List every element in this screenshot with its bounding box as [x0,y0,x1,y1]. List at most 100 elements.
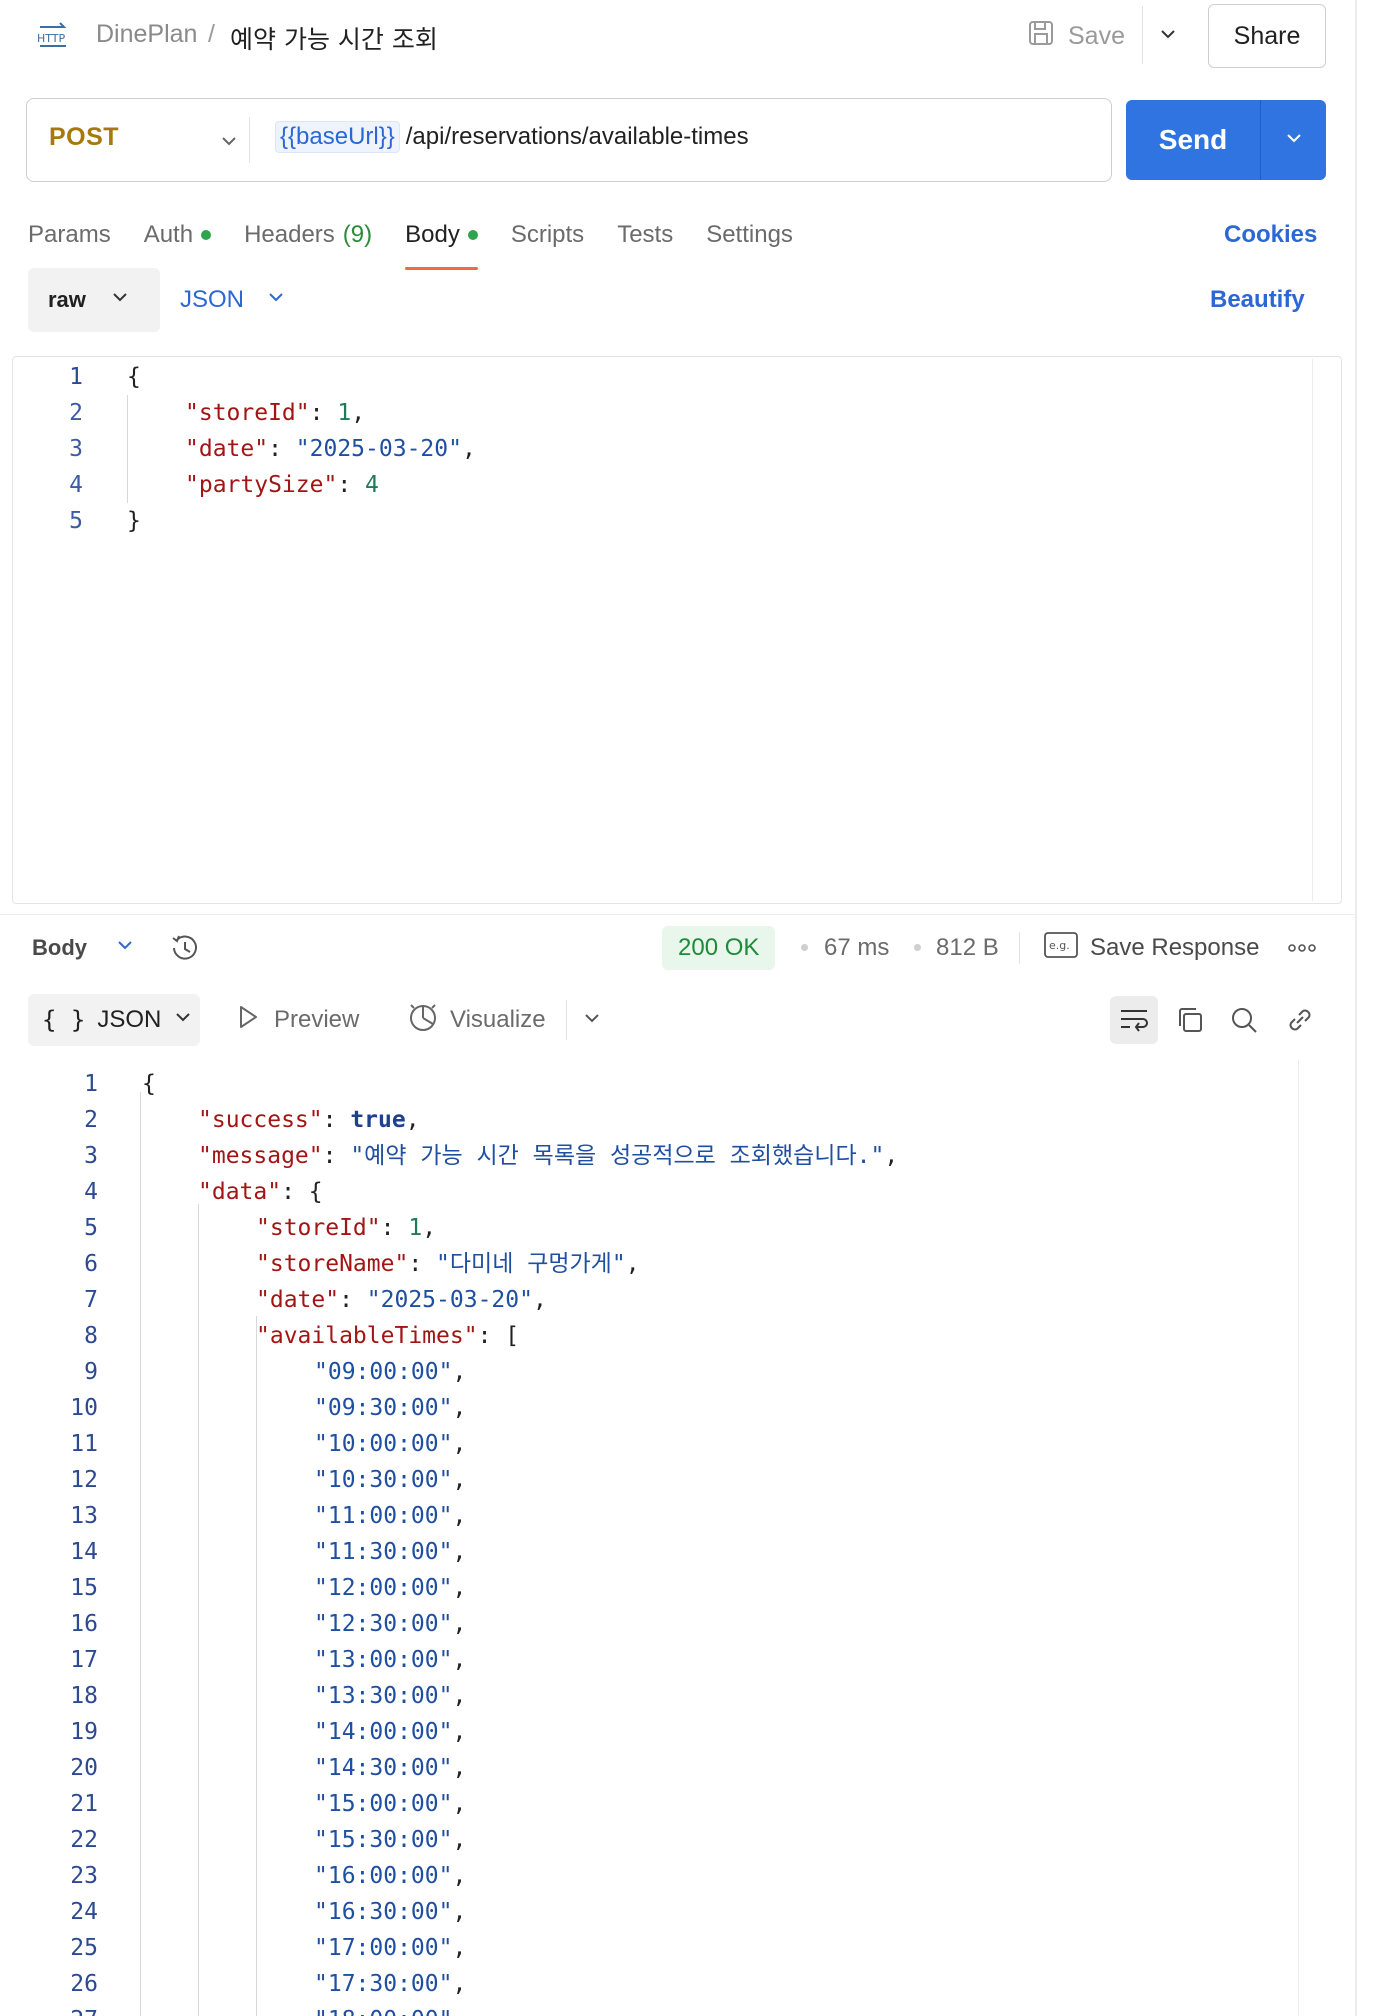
copy-icon[interactable] [1166,996,1214,1044]
code-line: "16:00:00", [314,1863,467,1889]
code-line: "storeName": "다미네 구멍가게", [256,1251,640,1277]
code-line: "12:00:00", [314,1575,467,1601]
json-key: "partySize" [185,472,338,498]
chevron-down-icon [582,1008,602,1033]
response-size[interactable]: 812 B [936,926,999,970]
json-key: "availableTimes" [256,1323,478,1349]
visualize-button[interactable]: Visualize [406,994,546,1046]
json-string: "15:00:00" [314,1791,453,1817]
response-divider[interactable] [0,914,1355,915]
visualize-label: Visualize [450,1006,546,1033]
line-number: 3 [69,436,83,462]
code-line: "date": "2025-03-20", [256,1287,547,1313]
code-line: "16:30:00", [314,1899,467,1925]
json-number: 1 [408,1215,423,1241]
body-mode-select[interactable]: raw [28,268,160,332]
save-button[interactable]: Save [1026,14,1125,58]
cookies-link[interactable]: Cookies [1224,210,1317,260]
request-title[interactable]: 예약 가능 시간 조회 [230,20,438,56]
tab-tests[interactable]: Tests [617,210,673,260]
json-key: "success" [198,1107,323,1133]
json-string: "11:30:00" [314,1539,453,1565]
indent-guide [256,1316,257,2016]
line-number: 26 [70,1971,98,1997]
url-input[interactable]: {{baseUrl}} /api/reservations/available-… [275,121,749,153]
more-icon[interactable] [1284,930,1320,966]
code-line: "availableTimes": [ [256,1323,520,1349]
json-key: "message" [198,1143,323,1169]
tab-label: Settings [706,221,793,248]
history-icon[interactable] [166,930,202,966]
method-select[interactable]: POST [49,123,119,152]
send-button-group: Send [1126,100,1326,180]
code-line: "11:00:00", [314,1503,467,1529]
code-line: "14:30:00", [314,1755,467,1781]
tab-label: Scripts [510,221,585,248]
save-response-button[interactable]: e.g. Save Response [1044,926,1259,970]
json-string: "2025-03-20" [295,436,462,462]
line-number: 27 [58,2002,98,2016]
response-format-label: JSON [97,1006,162,1033]
response-body-viewer[interactable]: { "success": true, "message": "예약 가능 시간 … [0,1056,1330,2016]
json-key: "date" [256,1287,340,1313]
send-options-button[interactable] [1261,100,1326,180]
meta-divider [1019,932,1020,964]
line-number: 4 [84,1179,98,1205]
code-line: "15:00:00", [314,1791,467,1817]
body-language-select[interactable]: JSON [180,268,286,332]
tab-params[interactable]: Params [28,210,111,260]
line-number: 23 [70,1863,98,1889]
line-number: 18 [70,1683,98,1709]
wrap-icon[interactable] [1110,996,1158,1044]
line-number: 21 [70,1791,98,1817]
link-icon[interactable] [1276,996,1324,1044]
status-dot [467,230,478,240]
preview-button[interactable]: Preview [236,994,359,1046]
status-badge[interactable]: 200 OK [662,926,776,970]
tab-settings[interactable]: Settings [706,210,793,260]
save-options-button[interactable] [1148,14,1188,58]
headers-count: (9) [342,221,373,248]
visualize-options-button[interactable] [574,1002,610,1038]
preview-label: Preview [274,1006,360,1033]
line-number: 2 [69,400,83,426]
send-button[interactable]: Send [1126,100,1260,180]
line-number: 15 [70,1575,98,1601]
request-body-editor[interactable]: 1 2 3 4 5 { "storeId": 1, "date": "2025-… [12,356,1342,904]
json-number: 4 [365,472,379,498]
chevron-down-icon[interactable] [211,123,247,159]
json-string: "18:00:00" [314,2007,452,2016]
line-number: 20 [70,1755,98,1781]
line-number: 13 [70,1503,98,1529]
status-dot [201,230,212,240]
share-button[interactable]: Share [1208,4,1326,68]
tab-label: Params [28,221,111,248]
line-number: 5 [69,508,83,534]
json-string: "14:30:00" [314,1755,453,1781]
response-section-select[interactable]: Body [32,924,135,972]
tab-scripts[interactable]: Scripts [511,210,584,260]
tab-body[interactable]: Body [405,210,478,270]
json-string: "11:00:00" [314,1503,453,1529]
line-number: 11 [70,1431,98,1457]
line-number: 3 [84,1143,98,1169]
code-line: "storeId": 1, [185,400,366,426]
search-icon[interactable] [1220,996,1268,1044]
url-variable[interactable]: {{baseUrl}} [275,121,400,153]
json-key: "date" [185,436,269,462]
tab-label: Body [405,221,460,248]
response-time[interactable]: 67 ms [824,926,889,970]
response-section-label: Body [32,935,87,960]
line-number: 9 [84,1359,98,1385]
code-line: "10:30:00", [314,1467,467,1493]
line-number: 4 [69,472,83,498]
json-key: "data" [198,1179,282,1205]
request-header: HTTP DinePlan / 예약 가능 시간 조회 Save Share [0,0,1355,72]
tab-headers[interactable]: Headers (9) [244,210,372,260]
svg-text:e.g.: e.g. [1049,939,1070,952]
beautify-button[interactable]: Beautify [1210,268,1305,332]
response-format-select[interactable]: { } JSON [28,994,200,1046]
json-string: "17:00:00" [314,1935,453,1961]
breadcrumb-workspace[interactable]: DinePlan [96,20,197,49]
tab-auth[interactable]: Auth [144,210,212,260]
